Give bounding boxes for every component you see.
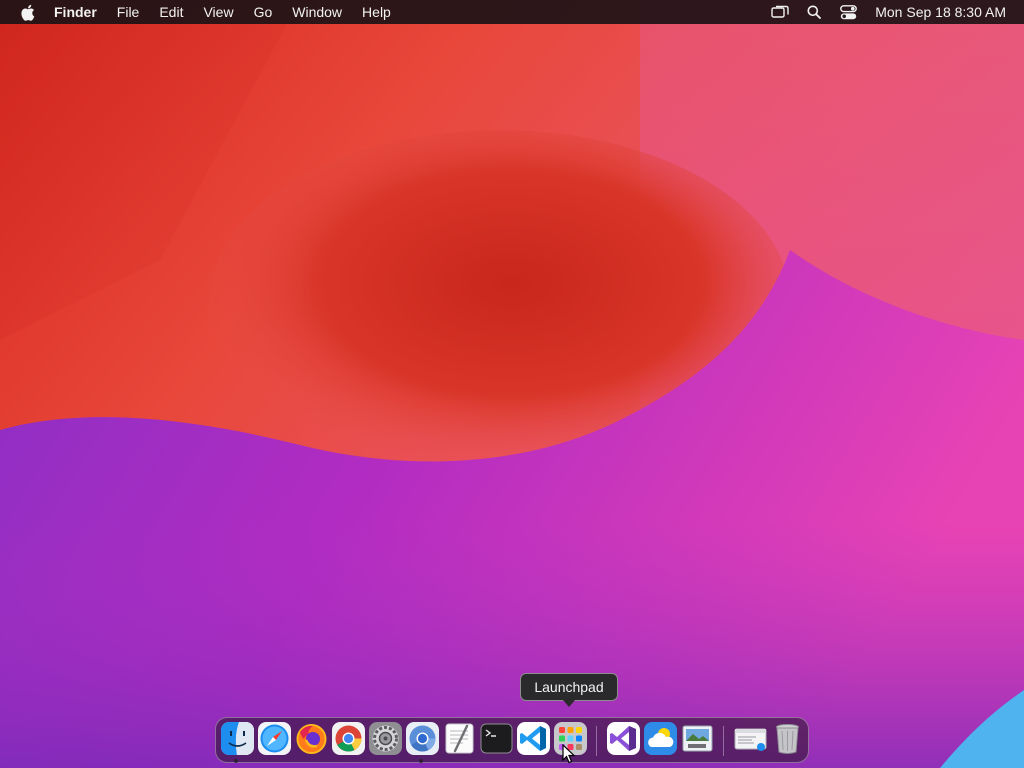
visual-studio-icon <box>607 722 640 755</box>
menu-app-finder[interactable]: Finder <box>48 0 107 24</box>
menu-window[interactable]: Window <box>282 0 352 24</box>
dock-vscode[interactable] <box>517 722 550 755</box>
menu-edit[interactable]: Edit <box>149 0 193 24</box>
firefox-icon <box>296 724 327 754</box>
dock-firefox[interactable] <box>295 722 328 755</box>
chrome-icon <box>332 722 365 755</box>
textedit-icon <box>445 723 474 754</box>
dock-system-settings[interactable] <box>369 722 402 755</box>
dock-chromium[interactable] <box>406 722 439 755</box>
screen-mirroring-icon[interactable] <box>770 3 790 21</box>
dock-minimized-window[interactable] <box>734 722 767 755</box>
window-thumbnail-icon <box>734 728 767 751</box>
vscode-icon <box>517 722 550 755</box>
dock-preview[interactable] <box>681 722 714 755</box>
dock-textedit[interactable] <box>443 722 476 755</box>
gear-icon <box>369 722 402 755</box>
tooltip-arrow <box>563 700 575 707</box>
trash-icon <box>776 724 799 754</box>
dock-visual-studio[interactable] <box>607 722 640 755</box>
running-indicator <box>234 759 238 763</box>
dock <box>215 717 809 763</box>
dock-safari[interactable] <box>258 722 291 755</box>
dock-chrome[interactable] <box>332 722 365 755</box>
dock-separator <box>723 726 724 756</box>
weather-icon <box>644 722 677 755</box>
preview-icon <box>682 725 713 752</box>
menubar-clock[interactable]: Mon Sep 18 8:30 AM <box>875 4 1006 20</box>
apple-logo-icon[interactable] <box>18 3 36 21</box>
safari-icon <box>258 722 291 755</box>
dock-trash[interactable] <box>771 722 804 755</box>
menu-view[interactable]: View <box>193 0 243 24</box>
dock-separator <box>596 726 597 756</box>
dock-tooltip: Launchpad <box>520 673 618 701</box>
menu-file[interactable]: File <box>107 0 150 24</box>
menu-help[interactable]: Help <box>352 0 401 24</box>
dock-finder[interactable] <box>221 722 254 755</box>
mouse-cursor-icon <box>562 744 576 764</box>
dock-terminal[interactable] <box>480 722 513 755</box>
running-indicator <box>419 759 423 763</box>
desktop-wallpaper <box>0 0 1024 768</box>
terminal-icon <box>480 723 513 754</box>
menu-go[interactable]: Go <box>244 0 283 24</box>
search-icon[interactable] <box>804 3 824 21</box>
menu-bar: Finder File Edit View Go Window Help Mon… <box>0 0 1024 24</box>
finder-icon <box>221 722 254 755</box>
dock-weather[interactable] <box>644 722 677 755</box>
chromium-icon <box>406 722 439 755</box>
control-center-icon[interactable] <box>838 3 858 21</box>
